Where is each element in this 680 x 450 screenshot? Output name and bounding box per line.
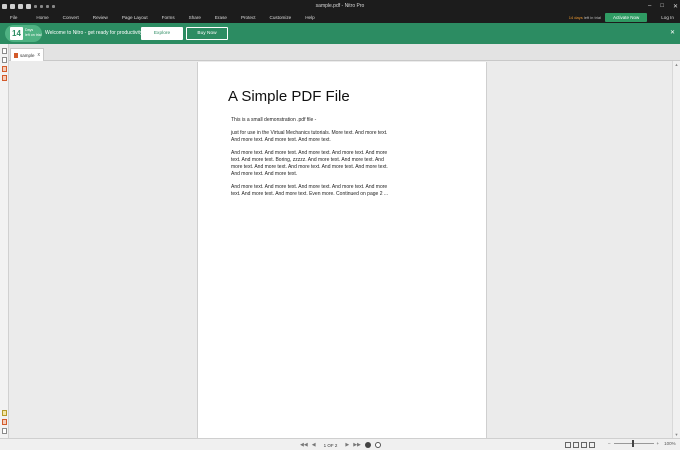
window-title: sample.pdf - Nitro Pro <box>315 3 365 9</box>
customize-quick-access-icon[interactable] <box>52 4 55 8</box>
menu-page-layout[interactable]: Page Layout <box>115 12 155 23</box>
pages-panel-icon[interactable] <box>2 48 7 54</box>
explore-button[interactable]: Explore <box>141 27 183 40</box>
tab-close-icon[interactable]: x <box>38 52 41 58</box>
promo-message: Welcome to Nitro - get ready for product… <box>45 30 144 36</box>
menu-share[interactable]: Share <box>182 12 208 23</box>
ribbon-menu-bar: File Home Convert Review Page Layout For… <box>0 12 680 23</box>
signatures-panel-icon[interactable] <box>2 75 7 81</box>
menu-help[interactable]: Help <box>298 12 321 23</box>
quick-access-toolbar <box>0 3 55 9</box>
continuous-view-icon[interactable] <box>573 442 579 448</box>
window-controls: – □ ✕ <box>648 0 678 12</box>
last-page-icon[interactable]: ▶▶ <box>353 442 361 448</box>
paragraph: And more text. And more text. And more t… <box>231 184 389 197</box>
bookmarks-panel-icon[interactable] <box>2 57 7 63</box>
trial-promo-banner: 14 Days left on trial Welcome to Nitro -… <box>0 23 680 44</box>
document-tab-strip: sample x <box>9 44 680 61</box>
redo-icon[interactable] <box>40 4 43 8</box>
print-icon[interactable] <box>26 3 31 9</box>
days-left-number: 14 <box>10 27 23 40</box>
left-panel-rail <box>0 44 9 450</box>
menu-forms[interactable]: Forms <box>155 12 182 23</box>
days-left-label: Days left on trial <box>25 28 42 38</box>
menu-file[interactable]: File <box>0 12 29 23</box>
buy-now-button[interactable]: Buy Now <box>186 27 228 40</box>
title-bar: sample.pdf - Nitro Pro – □ ✕ <box>0 0 680 12</box>
log-in-link[interactable]: Log In <box>661 15 674 20</box>
page-indicator[interactable]: 1 OF 2 <box>320 443 342 448</box>
undo-icon[interactable] <box>34 4 37 8</box>
scroll-down-icon[interactable]: ▼ <box>674 432 679 437</box>
view-mode-buttons <box>565 442 595 448</box>
continuous-facing-view-icon[interactable] <box>589 442 595 448</box>
days-left-badge: 14 Days left on trial <box>5 25 42 42</box>
close-window-icon[interactable]: ✕ <box>673 3 678 10</box>
pdf-file-icon <box>14 52 18 58</box>
zoom-percentage: 100% <box>664 441 676 446</box>
days-sub-label: left on trial <box>25 33 42 37</box>
paragraph: just for use in the Virtual Mechanics tu… <box>231 130 388 143</box>
page-navigation: ◀◀ ◀ 1 OF 2 ▶ ▶▶ <box>300 441 381 449</box>
zoom-slider-thumb[interactable] <box>631 440 634 447</box>
menu-review[interactable]: Review <box>86 12 115 23</box>
close-icon[interactable]: ✕ <box>670 23 675 44</box>
page-body: This is a small demonstration .pdf file … <box>231 117 391 204</box>
trial-notice: 14 days left in trial <box>569 15 601 20</box>
menu-protect[interactable]: Protect <box>234 12 263 23</box>
properties-panel-icon[interactable] <box>2 428 7 434</box>
activate-now-button[interactable]: Activate Now <box>604 13 648 22</box>
zoom-slider[interactable] <box>613 440 654 447</box>
facing-view-icon[interactable] <box>581 442 587 448</box>
trial-suffix: left in trial <box>583 15 601 20</box>
previous-page-icon[interactable]: ◀ <box>312 442 316 448</box>
zoom-in-icon[interactable]: + <box>657 441 660 446</box>
next-page-icon[interactable]: ▶ <box>345 442 349 448</box>
page-title: A Simple PDF File <box>228 88 350 105</box>
zoom-out-icon[interactable]: – <box>608 441 611 446</box>
open-icon[interactable] <box>10 3 15 9</box>
pdf-page[interactable]: A Simple PDF File This is a small demons… <box>197 62 487 438</box>
account-area: 14 days left in trial Activate Now Log I… <box>569 12 674 23</box>
scroll-up-icon[interactable]: ▲ <box>674 62 679 67</box>
comments-panel-icon[interactable] <box>2 410 7 416</box>
menu-customize[interactable]: Customize <box>263 12 299 23</box>
tab-label: sample <box>20 52 35 58</box>
output-panel-icon[interactable] <box>2 419 7 425</box>
menu-tabs: File Home Convert Review Page Layout For… <box>0 12 322 23</box>
vertical-scrollbar[interactable]: ▲ ▼ <box>672 61 680 438</box>
minimize-icon[interactable]: – <box>648 3 651 9</box>
paragraph: This is a small demonstration .pdf file … <box>231 117 317 123</box>
menu-convert[interactable]: Convert <box>56 12 86 23</box>
menu-erase[interactable]: Erase <box>208 12 234 23</box>
tab-sample[interactable]: sample x <box>10 48 44 61</box>
stop-icon[interactable] <box>374 442 381 448</box>
select-icon[interactable] <box>46 4 49 8</box>
attachments-panel-icon[interactable] <box>2 66 7 72</box>
status-bar: ◀◀ ◀ 1 OF 2 ▶ ▶▶ – + 100% <box>0 438 680 450</box>
maximize-icon[interactable]: □ <box>660 3 664 9</box>
play-icon[interactable] <box>364 442 371 448</box>
single-page-view-icon[interactable] <box>565 442 571 448</box>
nitro-pro-window: sample.pdf - Nitro Pro – □ ✕ File Home C… <box>0 0 680 450</box>
nitro-logo-icon <box>2 3 7 9</box>
save-icon[interactable] <box>18 3 23 9</box>
paragraph: And more text. And more text. And more t… <box>231 150 388 177</box>
first-page-icon[interactable]: ◀◀ <box>300 442 308 448</box>
menu-home[interactable]: Home <box>29 12 55 23</box>
trial-days: 14 days <box>568 15 583 20</box>
zoom-control: – + 100% <box>608 440 676 447</box>
